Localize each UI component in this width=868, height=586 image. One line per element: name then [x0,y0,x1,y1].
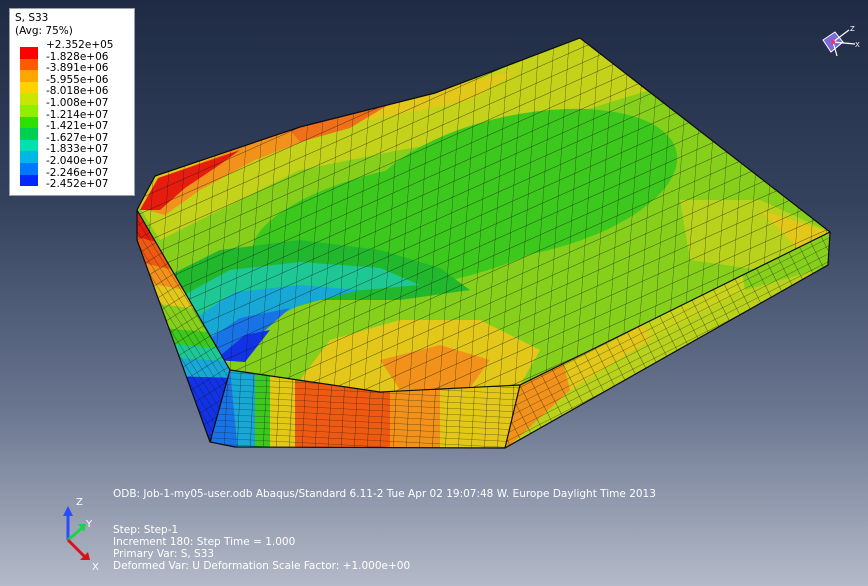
contour-legend: S, S33 (Avg: 75%) +2.352e+05 -1.828e+06 … [9,8,135,196]
legend-subtitle: (Avg: 75%) [15,25,73,37]
legend-color-bar [20,47,40,187]
legend-swatch [20,104,38,117]
legend-swatch [20,151,38,163]
step-info-line: Step: Step-1 [113,524,179,536]
legend-swatch [20,162,38,175]
deformed-var-line: Deformed Var: U Deformation Scale Factor… [113,560,411,572]
legend-swatch [20,116,38,129]
legend-swatch [20,81,38,94]
legend-swatch [20,58,38,71]
triad-x-label: X [92,562,99,573]
primary-var-line: Primary Var: S, S33 [113,548,215,560]
legend-value: -1.008e+07 [46,96,109,109]
legend-value: -1.421e+07 [46,120,109,133]
legend-swatch [20,128,38,140]
legend-swatch [20,47,38,59]
legend-value: -2.452e+07 [46,178,109,191]
mesh-top-face [137,38,830,392]
legend-swatch [20,93,38,105]
legend-swatch [20,139,38,152]
svg-text:X: X [855,41,860,49]
axis-triad-icon: Z Y X [63,497,99,573]
legend-swatch [20,174,38,187]
legend-title: S, S33 [15,12,49,24]
legend-value: +2.352e+05 [46,39,114,51]
svg-text:Z: Z [850,25,855,33]
legend-swatch [20,70,38,82]
legend-value: -2.040e+07 [46,154,109,167]
legend-values: +2.352e+05 -1.828e+06 -3.891e+06 -5.955e… [46,39,114,191]
odb-info-line: ODB: Job-1-my05-user.odb Abaqus/Standard… [113,488,656,500]
increment-info-line: Increment 180: Step Time = 1.000 [113,536,296,548]
triad-y-label: Y [85,519,93,530]
view-cube-icon[interactable]: Z X [815,22,861,62]
triad-z-label: Z [76,497,83,508]
